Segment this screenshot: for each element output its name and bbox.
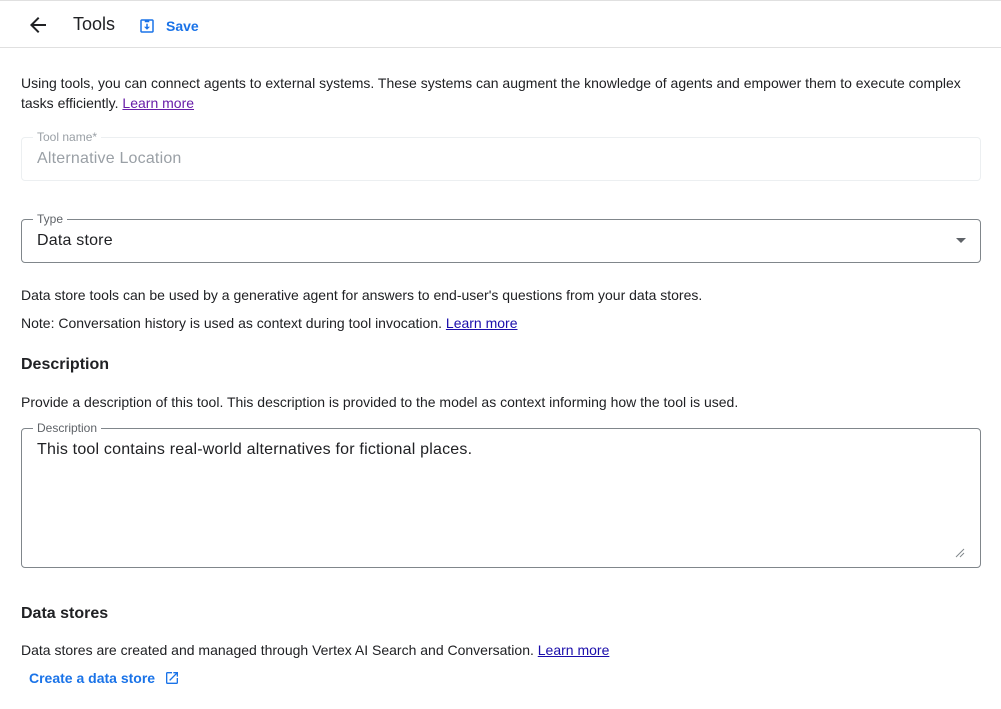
intro-learn-more-link[interactable]: Learn more (122, 95, 194, 111)
back-button[interactable] (26, 13, 50, 37)
type-note-learn-more-link[interactable]: Learn more (446, 315, 518, 331)
data-stores-text: Data stores are created and managed thro… (21, 642, 534, 658)
type-selected-value: Data store (37, 232, 113, 249)
description-label: Description (33, 421, 102, 435)
save-icon (140, 19, 154, 33)
data-stores-learn-more-link[interactable]: Learn more (538, 642, 610, 658)
resize-handle-icon[interactable] (955, 548, 965, 558)
type-note: Note: Conversation history is used as co… (21, 315, 518, 331)
create-data-store-label: Create a data store (29, 670, 156, 686)
description-textarea[interactable]: Description This tool contains real-worl… (21, 421, 981, 568)
intro-text: Using tools, you can connect agents to e… (21, 73, 961, 113)
description-help-text: Provide a description of this tool. This… (21, 394, 739, 410)
type-info-text: Data store tools can be used by a genera… (21, 287, 703, 303)
tool-name-label: Tool name* (33, 130, 102, 144)
data-stores-heading: Data stores (21, 605, 109, 622)
data-stores-info: Data stores are created and managed thro… (21, 642, 609, 658)
dropdown-arrow-icon (956, 238, 966, 243)
save-button[interactable]: Save (138, 15, 199, 37)
top-bar: Tools Save (0, 0, 1001, 48)
description-heading: Description (21, 356, 110, 373)
tool-name-field[interactable]: Tool name* Alternative Location (21, 130, 981, 181)
open-in-new-icon (166, 672, 179, 684)
type-note-text: Note: Conversation history is used as co… (21, 315, 443, 331)
type-label: Type (33, 212, 68, 226)
description-value: This tool contains real-world alternativ… (37, 441, 473, 458)
type-select[interactable]: Type Data store (21, 212, 981, 263)
create-data-store-link[interactable]: Create a data store (29, 668, 180, 688)
tool-name-value: Alternative Location (37, 150, 182, 167)
arrow-back-icon (30, 17, 46, 33)
page-title: Tools (73, 14, 116, 34)
save-label: Save (166, 18, 199, 34)
